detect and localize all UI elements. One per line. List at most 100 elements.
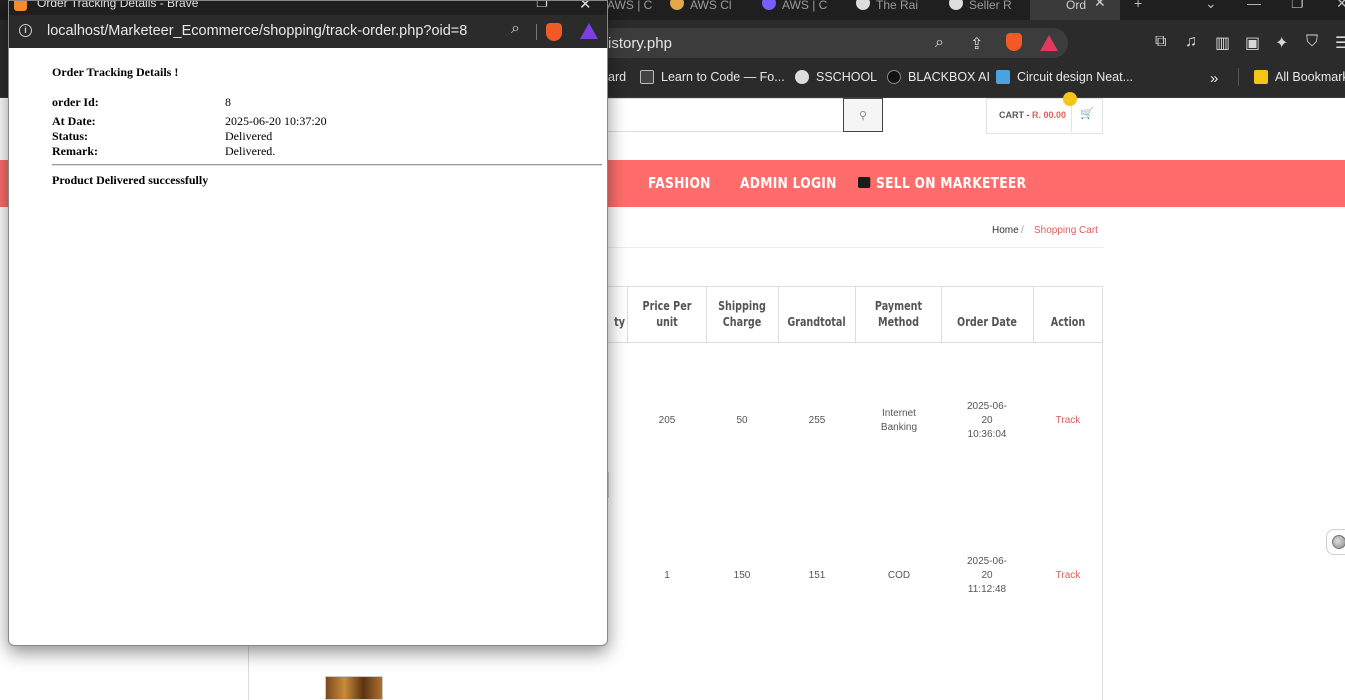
search-button[interactable]: ⚲ bbox=[843, 98, 883, 132]
bookmark-label: Learn to Code — Fo... bbox=[661, 70, 785, 84]
circle-icon bbox=[1332, 535, 1345, 549]
bookmark-item[interactable]: ard bbox=[608, 70, 626, 84]
date-label: At Date: bbox=[52, 114, 96, 128]
openai-icon bbox=[949, 0, 963, 10]
remark-label: Remark: bbox=[52, 144, 98, 158]
nav-label: SELL ON MARKETEER bbox=[876, 174, 1027, 192]
briefcase-icon bbox=[858, 177, 871, 188]
site-search-input[interactable] bbox=[600, 98, 846, 132]
cart-icon[interactable]: 🛒 bbox=[1080, 107, 1094, 120]
leo-ai-icon[interactable]: ✦ bbox=[1275, 33, 1288, 53]
bookmark-item[interactable]: BLACKBOX AI bbox=[887, 70, 990, 84]
order-tracking-popup: Order Tracking Details - Brave ❐ ✕ i loc… bbox=[8, 0, 608, 646]
menu-icon[interactable]: ☰ bbox=[1335, 33, 1345, 53]
close-window-icon[interactable]: ✕ bbox=[1336, 0, 1345, 12]
wallet-icon[interactable]: ▣ bbox=[1245, 33, 1260, 53]
product-thumbnail[interactable] bbox=[325, 676, 383, 700]
toolbar-separator bbox=[536, 24, 537, 40]
divider bbox=[52, 164, 602, 166]
github-icon bbox=[856, 0, 870, 10]
tracking-heading: Order Tracking Details ! bbox=[52, 65, 179, 79]
popup-content: Order Tracking Details ! order Id: 8 At … bbox=[9, 48, 607, 645]
music-icon[interactable]: ♫ bbox=[1185, 33, 1197, 51]
cell-price: 205 bbox=[658, 415, 676, 426]
status-label: Status: bbox=[52, 129, 89, 143]
close-icon[interactable]: ✕ bbox=[1094, 0, 1106, 9]
new-tab-icon[interactable]: + bbox=[1134, 0, 1142, 11]
info-icon[interactable]: i bbox=[19, 24, 32, 37]
bookmark-divider bbox=[1238, 68, 1239, 86]
more-bookmarks-icon[interactable]: » bbox=[1210, 70, 1218, 87]
brave-shields-icon[interactable] bbox=[546, 23, 562, 41]
extensions-icon[interactable]: ⧉ bbox=[1155, 33, 1166, 51]
cell-payment-method: COD bbox=[887, 570, 911, 581]
column-header-order-date: Order Date bbox=[957, 315, 1017, 329]
close-icon[interactable]: ✕ bbox=[579, 1, 592, 13]
column-divider bbox=[941, 286, 942, 343]
browser-tab[interactable]: AWS | C bbox=[762, 0, 837, 20]
popup-url[interactable]: localhost/Marketeer_Ecommerce/shopping/t… bbox=[47, 23, 467, 39]
tab-label: Ord bbox=[1066, 0, 1087, 12]
nav-item-admin-login[interactable]: ADMIN LOGIN bbox=[740, 174, 837, 192]
sidebar-icon[interactable]: ▥ bbox=[1215, 33, 1230, 53]
address-url[interactable]: istory.php bbox=[608, 35, 672, 52]
cart-price: R. 00.00 bbox=[1032, 110, 1067, 120]
column-header-shipping-charge: Shipping Charge bbox=[718, 299, 766, 329]
tab-label: AWS | C bbox=[607, 0, 653, 12]
browser-tab[interactable]: AWS | C bbox=[607, 0, 667, 20]
all-bookmarks-button[interactable]: All Bookmarks bbox=[1254, 70, 1345, 84]
tab-label: AWS Cl bbox=[690, 0, 732, 12]
brave-rewards-icon[interactable] bbox=[580, 23, 598, 39]
nav-item-sell-on-marketeer[interactable]: SELL ON MARKETEER bbox=[858, 174, 1026, 192]
chevron-down-icon[interactable]: ⌄ bbox=[1205, 0, 1217, 12]
track-link[interactable]: Track bbox=[1034, 569, 1102, 583]
browser-tab[interactable]: The Rai bbox=[856, 0, 936, 20]
bookmark-label: BLACKBOX AI bbox=[908, 70, 990, 84]
zoom-icon[interactable]: ⌕ bbox=[935, 34, 944, 52]
aws-icon bbox=[670, 0, 684, 10]
browser-tab[interactable]: Seller R bbox=[949, 0, 1024, 20]
tab-label: The Rai bbox=[876, 0, 919, 12]
maximize-icon[interactable]: ❐ bbox=[536, 1, 548, 11]
delivery-message: Product Delivered successfully bbox=[52, 173, 209, 187]
bookmark-item[interactable]: Learn to Code — Fo... bbox=[640, 70, 785, 84]
track-link[interactable]: Track bbox=[1034, 414, 1102, 428]
zoom-icon[interactable]: ⌕ bbox=[511, 20, 520, 38]
column-header-price-per-unit: Price Per unit bbox=[642, 299, 692, 329]
vpn-icon[interactable]: ⛉ bbox=[1306, 33, 1318, 51]
minimize-icon[interactable]: — bbox=[1247, 0, 1261, 11]
breadcrumb-home[interactable]: Home bbox=[992, 225, 1019, 236]
floating-scroll-button[interactable] bbox=[1326, 529, 1345, 555]
cart-summary[interactable]: CART - R. 00.00 bbox=[999, 110, 1066, 120]
browser-tab-active[interactable]: Ord ✕ bbox=[1030, 0, 1120, 20]
folder-icon bbox=[1254, 70, 1268, 84]
cell-grandtotal: 255 bbox=[808, 415, 826, 426]
circuit-icon bbox=[996, 70, 1010, 84]
nav-item-fashion[interactable]: FASHION bbox=[648, 174, 711, 192]
cell-price: 1 bbox=[664, 570, 670, 581]
popup-title-bar: Order Tracking Details - Brave ❐ ✕ bbox=[9, 1, 607, 15]
breadcrumb-current: Shopping Cart bbox=[1034, 225, 1098, 236]
tab-label: Seller R bbox=[969, 0, 1012, 12]
maximize-icon[interactable]: ❐ bbox=[1291, 0, 1304, 12]
aws-icon bbox=[762, 0, 776, 10]
bookmark-label: ard bbox=[608, 70, 627, 84]
search-icon: ⚲ bbox=[858, 109, 868, 122]
column-header-payment-method: Payment Method bbox=[874, 299, 923, 329]
cart-label: CART - bbox=[999, 110, 1030, 120]
brave-rewards-icon[interactable] bbox=[1040, 35, 1058, 51]
cell-order-date: 2025-06-20 11:12:48 bbox=[966, 556, 1008, 595]
bookmark-item[interactable]: Circuit design Neat... bbox=[996, 70, 1133, 84]
blackbox-icon bbox=[887, 70, 901, 84]
tab-label: AWS | C bbox=[782, 0, 828, 12]
bookmark-item[interactable]: SSCHOOL bbox=[795, 70, 877, 84]
cell-shipping: 150 bbox=[733, 570, 751, 581]
column-divider bbox=[1033, 286, 1034, 343]
order-id-label: order Id: bbox=[52, 95, 99, 109]
xampp-icon bbox=[14, 1, 27, 11]
column-divider bbox=[627, 286, 628, 343]
share-icon[interactable]: ⇪ bbox=[970, 34, 983, 54]
brave-shields-icon[interactable] bbox=[1006, 33, 1022, 51]
bookmark-label: SSCHOOL bbox=[816, 70, 878, 84]
browser-tab[interactable]: AWS Cl bbox=[670, 0, 750, 20]
